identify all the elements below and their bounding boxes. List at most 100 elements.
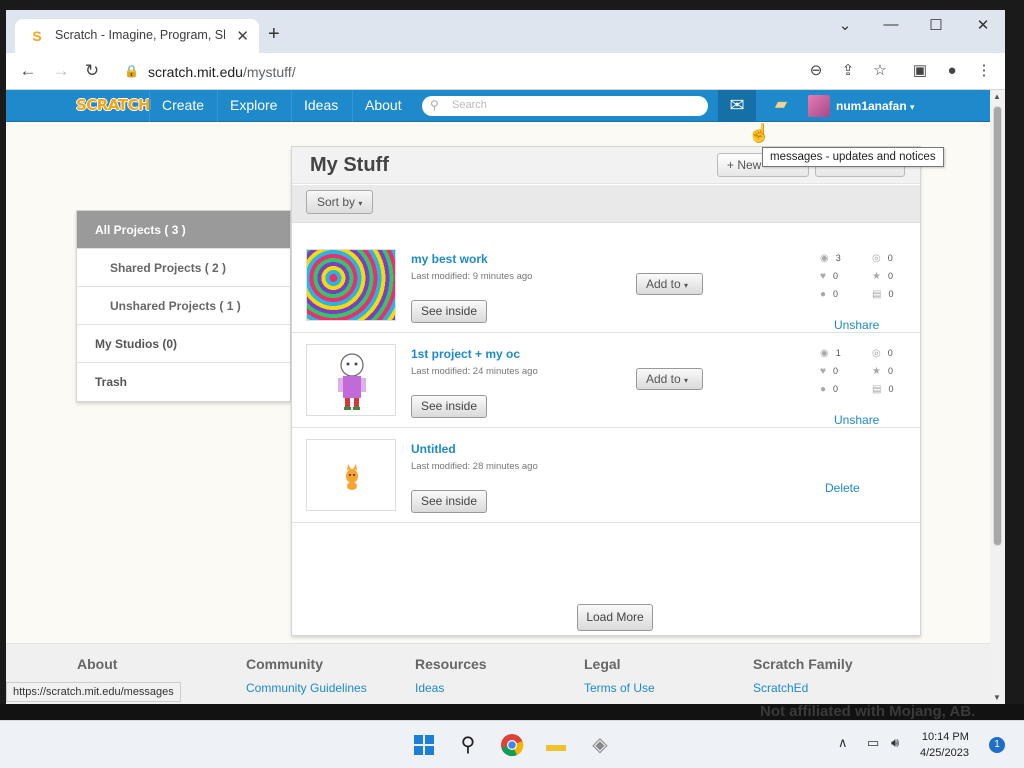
favorites-count: 0 [887, 366, 893, 376]
footer-heading: About [77, 656, 118, 672]
background-disclaimer: Not affiliated with Mojang, AB. [760, 703, 976, 720]
favorites-stat: ★ 0 [872, 366, 893, 377]
remix-icon: ◎ [872, 348, 881, 359]
lock-icon: 🔒 [124, 64, 139, 78]
nav-about[interactable]: About [352, 90, 414, 122]
studios-stat: ▤ 0 [872, 384, 893, 395]
messages-button[interactable]: ✉ [718, 90, 756, 122]
unshare-link[interactable]: Unshare [834, 318, 879, 332]
my-stuff-button[interactable]: ▰ [766, 90, 796, 122]
studios-stat: ▤ 0 [872, 289, 893, 300]
scroll-down-icon[interactable]: ▼ [993, 693, 1001, 702]
favorites-stat: ★ 0 [872, 271, 893, 282]
add-to-dropdown[interactable]: Add to ▾ [636, 368, 703, 390]
comments-count: 0 [833, 289, 839, 299]
username: num1anafan ▾ [836, 99, 915, 113]
system-clock[interactable]: 10:14 PM 4/25/2023 [920, 729, 969, 761]
close-window-button[interactable]: ✕ [968, 16, 998, 34]
nav-explore[interactable]: Explore [217, 90, 289, 122]
sort-by-dropdown[interactable]: Sort by ▾ [306, 190, 374, 214]
delete-link[interactable]: Delete [825, 481, 860, 495]
maximize-button[interactable]: ☐ [921, 16, 951, 34]
volume-icon[interactable]: 🔊︎ [891, 735, 899, 751]
nav-create[interactable]: Create [149, 90, 216, 122]
sidebar-item-shared-projects[interactable]: Shared Projects ( 2 ) [77, 249, 290, 287]
scratch-navbar: SCRATCH Create Explore Ideas About ⚲ Sea… [6, 90, 990, 122]
menu-kebab-icon[interactable]: ⋮ [973, 62, 995, 80]
reload-icon[interactable]: ↻ [81, 61, 103, 81]
url-bar[interactable]: 🔒 scratch.mit.edu/mystuff/ [114, 57, 854, 86]
project-title[interactable]: Untitled [411, 442, 456, 456]
project-title[interactable]: my best work [411, 252, 488, 266]
favorites-count: 0 [887, 271, 893, 281]
project-thumbnail[interactable] [306, 439, 396, 511]
clock-date: 4/25/2023 [920, 747, 969, 759]
see-inside-button[interactable]: See inside [411, 490, 487, 513]
notification-badge[interactable]: 1 [989, 737, 1005, 753]
load-more-button[interactable]: Load More [577, 604, 653, 631]
views-count: 3 [835, 253, 841, 263]
tab-close-icon[interactable]: ✕ [236, 27, 249, 45]
folder-icon: ▰ [774, 96, 788, 113]
unshare-link[interactable]: Unshare [834, 413, 879, 427]
nav-ideas[interactable]: Ideas [291, 90, 350, 122]
forward-arrow-icon[interactable]: → [50, 61, 72, 81]
windows-start-icon[interactable] [410, 731, 438, 759]
profile-icon[interactable]: ● [941, 62, 963, 80]
taskbar: ⚲ ▬ ◈ ∧ ▭ 🔊︎ 10:14 PM 4/25/2023 1 [0, 720, 1024, 768]
project-thumbnail[interactable] [306, 249, 396, 321]
remix-icon: ◎ [872, 253, 881, 264]
sidebar: All Projects ( 3 ) Shared Projects ( 2 )… [76, 210, 291, 402]
footer-link[interactable]: Ideas [415, 681, 487, 695]
bookmark-star-icon[interactable]: ☆ [869, 62, 891, 80]
footer-link[interactable]: Community Guidelines [246, 681, 367, 695]
studio-icon: ▤ [872, 384, 882, 395]
zoom-icon[interactable]: ⊖ [805, 62, 827, 80]
comments-stat: ● 0 [820, 289, 838, 300]
chrome-logo-icon [501, 734, 524, 757]
new-tab-button[interactable]: + [268, 24, 280, 44]
browser-tab[interactable]: S Scratch - Imagine, Program, Share ✕ [15, 19, 259, 53]
sort-bar: Sort by ▾ [292, 185, 920, 223]
back-arrow-icon[interactable]: ← [17, 61, 39, 81]
see-inside-button[interactable]: See inside [411, 300, 487, 323]
taskbar-search-icon[interactable]: ⚲ [454, 731, 482, 759]
project-modified: Last modified: 24 minutes ago [411, 366, 538, 377]
footer-heading: Legal [584, 656, 621, 672]
app-icon[interactable]: ◈ [586, 731, 614, 759]
page-scrollbar[interactable]: ▲ ▼ [990, 90, 1005, 704]
scratch-logo[interactable]: SCRATCH [76, 96, 151, 114]
star-icon: ★ [872, 271, 881, 282]
chrome-icon[interactable] [498, 731, 526, 759]
sidebar-item-trash[interactable]: Trash [77, 363, 290, 401]
share-icon[interactable]: ⇪ [837, 62, 859, 80]
project-thumbnail[interactable] [306, 344, 396, 416]
footer-heading: Scratch Family [753, 656, 853, 672]
remixes-stat: ◎ 0 [872, 253, 893, 264]
side-panel-icon[interactable]: ▣ [909, 62, 931, 80]
footer-link[interactable]: ScratchEd [753, 681, 853, 695]
see-inside-button[interactable]: See inside [411, 395, 487, 418]
project-title[interactable]: 1st project + my oc [411, 347, 520, 361]
avatar [808, 95, 830, 117]
footer-link[interactable]: Terms of Use [584, 681, 655, 695]
network-icon[interactable]: ▭ [867, 735, 879, 751]
sidebar-item-all-projects[interactable]: All Projects ( 3 ) [77, 211, 290, 249]
scroll-up-icon[interactable]: ▲ [993, 92, 1001, 101]
sidebar-item-unshared-projects[interactable]: Unshared Projects ( 1 ) [77, 287, 290, 325]
tab-title: Scratch - Imagine, Program, Share [55, 28, 225, 42]
username-text: num1anafan [836, 99, 907, 113]
minimize-button[interactable]: — [876, 16, 906, 33]
file-explorer-icon[interactable]: ▬ [542, 731, 570, 759]
search-placeholder: Search [452, 99, 487, 111]
windows-logo-icon [414, 735, 434, 755]
sidebar-item-my-studios[interactable]: My Studios (0) [77, 325, 290, 363]
add-to-dropdown[interactable]: Add to ▾ [636, 273, 703, 295]
scrollbar-thumb[interactable] [993, 106, 1002, 546]
comment-icon: ● [820, 289, 827, 300]
eye-icon: ◉ [820, 253, 829, 264]
search-input[interactable]: ⚲ Search [422, 96, 708, 116]
views-count: 1 [835, 348, 841, 358]
tab-search-icon[interactable]: ⌄ [830, 16, 860, 34]
tray-chevron-icon[interactable]: ∧ [838, 735, 848, 751]
